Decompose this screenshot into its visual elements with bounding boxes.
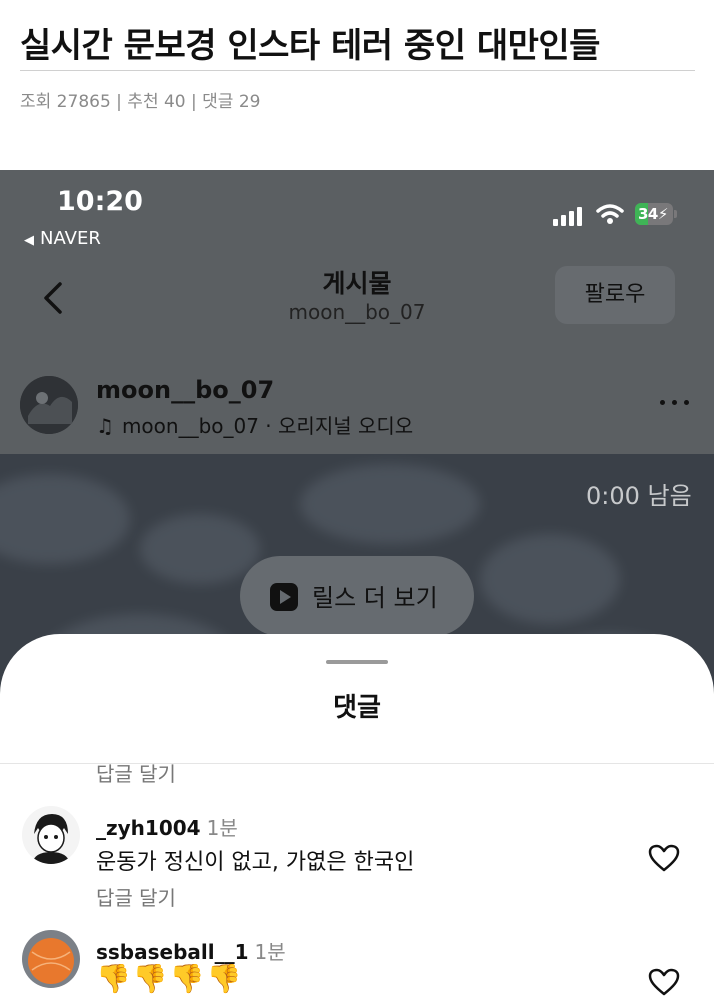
comment-time: 1분 bbox=[206, 816, 238, 840]
reply-button[interactable]: 답글 달기 bbox=[96, 758, 176, 787]
follow-button[interactable]: 팔로우 bbox=[555, 266, 675, 324]
play-icon bbox=[270, 583, 298, 611]
phone-screenshot: 10:20 ◀ NAVER 34⚡ 게시물 moon__bo_07 팔로우 moo… bbox=[0, 170, 714, 1001]
comment-text: 👎👎👎👎 bbox=[96, 962, 244, 995]
more-dots-icon[interactable] bbox=[658, 392, 692, 412]
comment-username[interactable]: _zyh1004 1분 bbox=[96, 812, 238, 841]
article-meta: 조회 27865 | 추천 40 | 댓글 29 bbox=[20, 92, 261, 112]
post-avatar[interactable] bbox=[20, 376, 78, 434]
back-triangle-icon: ◀ bbox=[24, 233, 34, 248]
article-title: 실시간 문보경 인스타 테러 중인 대만인들 bbox=[20, 26, 600, 66]
sheet-drag-handle[interactable] bbox=[326, 660, 388, 664]
heart-icon[interactable] bbox=[648, 844, 680, 872]
post-username[interactable]: moon__bo_07 bbox=[96, 376, 274, 404]
comment-avatar[interactable] bbox=[22, 806, 80, 864]
post-audio-label: moon__bo_07 · 오리지널 오디오 bbox=[121, 414, 414, 438]
signal-icon bbox=[553, 206, 587, 226]
remaining-time: 0:00 남음 bbox=[586, 482, 692, 510]
post-audio[interactable]: ♫ moon__bo_07 · 오리지널 오디오 bbox=[96, 410, 413, 439]
comment-avatar[interactable] bbox=[22, 930, 80, 988]
music-note-icon: ♫ bbox=[96, 414, 114, 438]
reply-button[interactable]: 답글 달기 bbox=[96, 882, 176, 911]
more-reels-label: 릴스 더 보기 bbox=[312, 584, 438, 612]
status-time: 10:20 bbox=[57, 186, 143, 217]
comment-username[interactable]: ssbaseball__1 1분 bbox=[96, 936, 286, 965]
heart-icon[interactable] bbox=[648, 968, 680, 996]
wifi-icon bbox=[596, 204, 624, 224]
comment-text: 운동가 정신이 없고, 가엾은 한국인 bbox=[96, 850, 415, 875]
comments-sheet: 댓글 답글 달기 _zyh1004 1분 운동가 정신이 없고, 가엾은 한국인 … bbox=[0, 634, 714, 1001]
back-to-app-link[interactable]: ◀ NAVER bbox=[24, 228, 101, 249]
battery-icon: 34⚡ bbox=[635, 203, 677, 227]
title-divider bbox=[20, 70, 695, 71]
comments-title: 댓글 bbox=[333, 693, 381, 723]
back-app-label: NAVER bbox=[40, 228, 101, 249]
comment-time: 1분 bbox=[254, 940, 286, 964]
battery-label: 34⚡ bbox=[638, 205, 668, 223]
